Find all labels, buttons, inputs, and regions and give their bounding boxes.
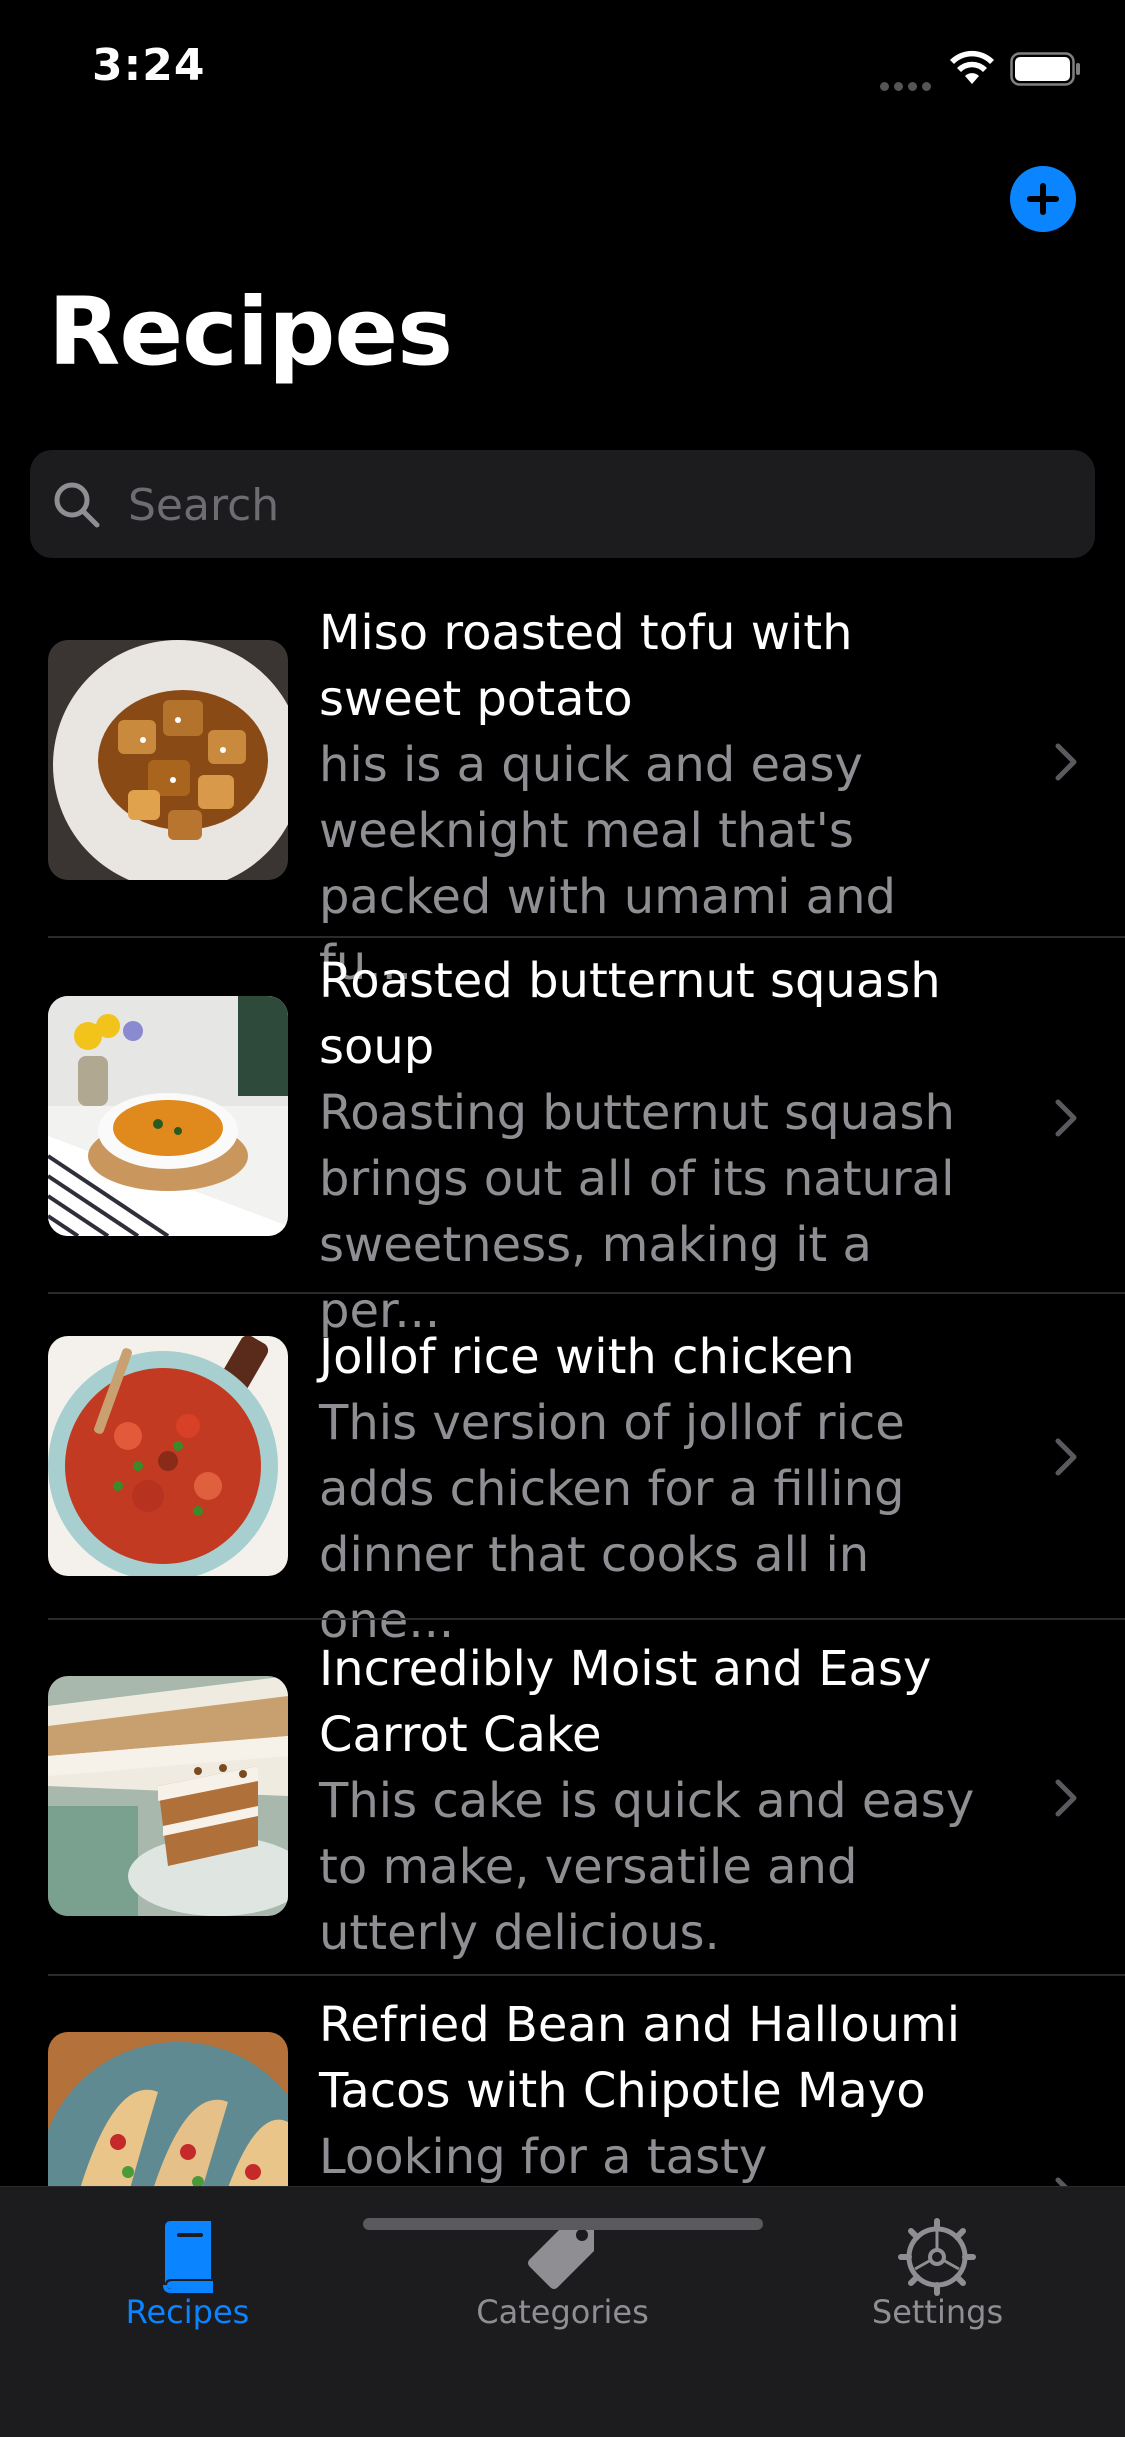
- tab-recipes[interactable]: Recipes: [0, 2187, 375, 2347]
- chevron-right-icon: [1055, 743, 1077, 781]
- plus-icon: [1027, 183, 1059, 215]
- recipe-thumbnail: [48, 1336, 288, 1576]
- tab-label: Settings: [871, 2293, 1004, 2331]
- recipe-title: Incredibly Moist and Easy Carrot Cake: [319, 1641, 932, 1763]
- recipe-thumbnail: [48, 640, 288, 880]
- recipe-description: This version of jollof rice adds chicken…: [319, 1395, 905, 1649]
- search-icon: [54, 482, 100, 528]
- add-recipe-button[interactable]: [1010, 166, 1076, 232]
- tab-categories[interactable]: Categories: [375, 2187, 750, 2347]
- recipe-title: Roasted butternut squash soup: [319, 953, 941, 1075]
- recipe-text: Jollof rice with chicken This version of…: [319, 1324, 999, 1654]
- search-bar[interactable]: [30, 450, 1095, 558]
- page-title: Recipes: [48, 278, 453, 387]
- recipe-description: Looking for a tasty midweek: [319, 2129, 768, 2185]
- recipe-row[interactable]: Incredibly Moist and Easy Carrot Cake Th…: [0, 1620, 1125, 1976]
- recipe-row[interactable]: Roasted butternut squash soup Roasting b…: [0, 938, 1125, 1339]
- tab-label: Categories: [476, 2293, 649, 2331]
- tab-settings[interactable]: Settings: [750, 2187, 1125, 2347]
- status-bar: 3:24: [0, 0, 1125, 140]
- recipe-row[interactable]: Refried Bean and Halloumi Tacos with Chi…: [0, 1976, 1125, 2186]
- recipe-title: Miso roasted tofu with sweet potato: [319, 605, 853, 727]
- recipe-thumbnail: [48, 1676, 288, 1916]
- battery-icon: [1010, 52, 1080, 86]
- chevron-right-icon: [1055, 2177, 1068, 2186]
- recipe-text: Incredibly Moist and Easy Carrot Cake Th…: [319, 1636, 999, 1966]
- recipe-title: Refried Bean and Halloumi Tacos with Chi…: [319, 1997, 961, 2119]
- chevron-right-icon: [1055, 1099, 1077, 1137]
- recipe-thumbnail: [48, 996, 288, 1236]
- recipe-thumbnail: [48, 2032, 288, 2186]
- recipe-row[interactable]: Jollof rice with chicken This version of…: [0, 1294, 1125, 1649]
- wifi-icon: [950, 50, 994, 84]
- chevron-right-icon: [1055, 1438, 1077, 1476]
- search-input[interactable]: [126, 472, 1030, 538]
- recipe-text: Refried Bean and Halloumi Tacos with Chi…: [319, 1992, 999, 2186]
- recipe-row[interactable]: Miso roasted tofu with sweet potato his …: [0, 584, 1125, 991]
- chevron-right-icon: [1055, 1779, 1077, 1817]
- status-time: 3:24: [92, 40, 206, 91]
- signal-icon: [880, 76, 936, 91]
- recipe-title: Jollof rice with chicken: [319, 1329, 855, 1385]
- recipe-text: Roasted butternut squash soup Roasting b…: [319, 948, 999, 1344]
- book-icon: [163, 2221, 213, 2293]
- home-indicator: [363, 2218, 763, 2230]
- tab-label: Recipes: [125, 2293, 250, 2331]
- gear-icon: [898, 2218, 976, 2296]
- recipe-list[interactable]: Miso roasted tofu with sweet potato his …: [0, 584, 1125, 2186]
- recipe-description: This cake is quick and easy to make, ver…: [319, 1773, 975, 1961]
